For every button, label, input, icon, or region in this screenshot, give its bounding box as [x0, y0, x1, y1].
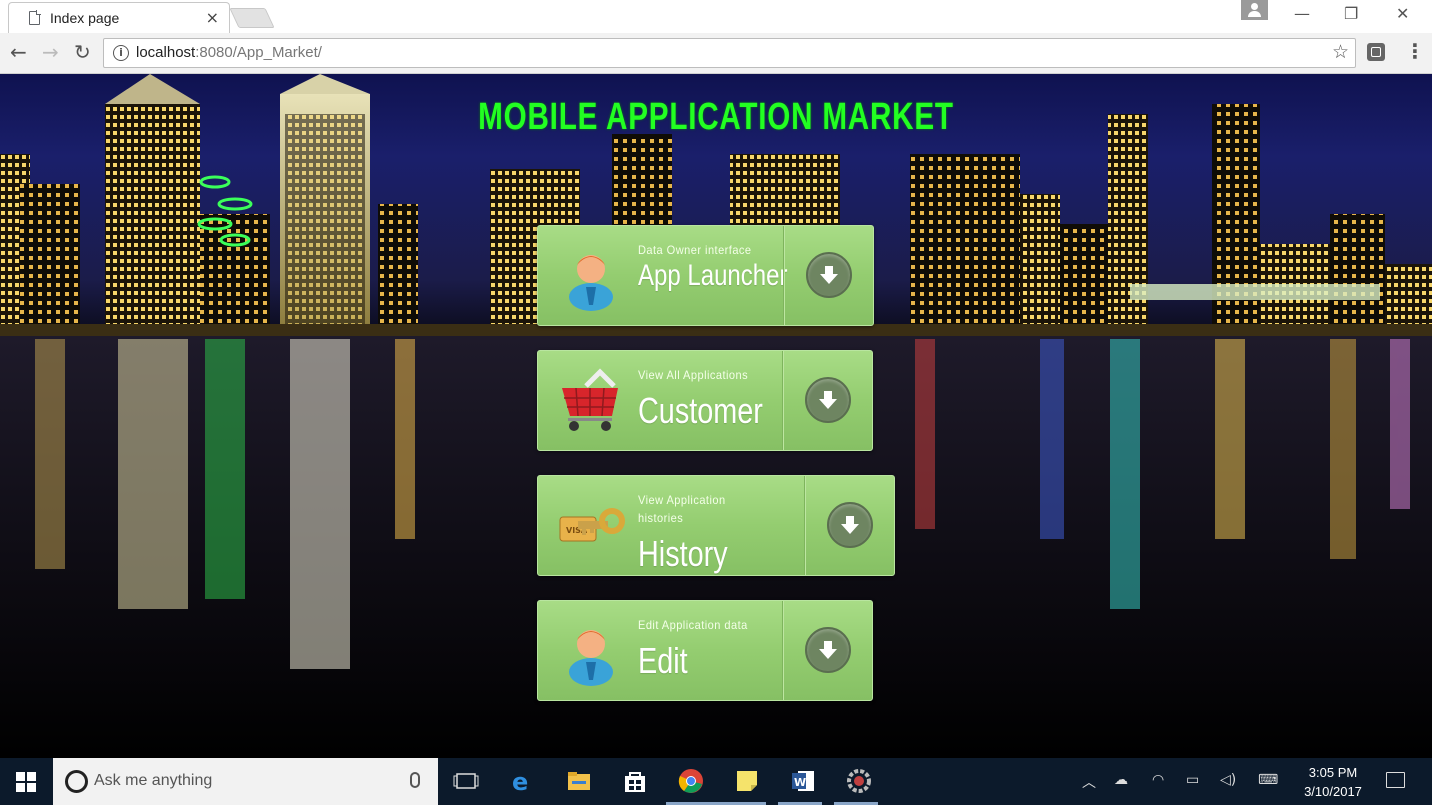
user-profile-icon[interactable]	[1241, 0, 1268, 20]
forward-arrow-icon[interactable]: →	[42, 40, 59, 64]
svg-text:W: W	[794, 776, 806, 789]
card-divider	[782, 601, 784, 700]
card-subtitle: View Application histories	[638, 493, 726, 525]
page-title: MOBILE APPLICATION MARKET	[478, 96, 954, 138]
browser-tab-bar: Index page × — ❐ ✕	[0, 0, 1432, 33]
download-arrow-icon[interactable]	[827, 502, 873, 548]
keyboard-icon[interactable]: ⌨	[1258, 772, 1278, 788]
action-center-icon[interactable]	[1386, 772, 1405, 788]
task-view-icon[interactable]	[453, 768, 479, 794]
battery-icon[interactable]: ▭	[1186, 772, 1199, 788]
store-icon[interactable]	[622, 768, 648, 794]
svg-text:e: e	[512, 768, 528, 794]
windows-start-icon[interactable]	[16, 772, 36, 792]
minimize-button[interactable]: —	[1294, 4, 1310, 23]
app-launcher-card[interactable]: Data Owner interface App Launcher	[537, 225, 874, 326]
download-arrow-icon[interactable]	[805, 377, 851, 423]
system-clock[interactable]: 3:05 PM 3/10/2017	[1296, 763, 1370, 801]
page-icon	[29, 10, 41, 25]
info-icon[interactable]: i	[113, 45, 129, 61]
card-subtitle: Data Owner interface	[638, 243, 752, 257]
history-card[interactable]: VISA View Application histories History	[537, 475, 895, 576]
windows-taskbar: Ask me anything e W ︿ ☁ ◠ ▭ ◁) ⌨ 3:05 PM…	[0, 758, 1432, 805]
cortana-search-box[interactable]: Ask me anything	[53, 758, 438, 805]
microphone-icon[interactable]	[410, 772, 420, 788]
card-label: Edit	[638, 640, 688, 681]
close-window-button[interactable]: ✕	[1396, 4, 1409, 23]
user-icon	[569, 255, 613, 311]
clock-date: 3/10/2017	[1304, 784, 1362, 799]
card-divider	[804, 476, 806, 575]
browser-menu-icon[interactable]: ⋮	[1405, 39, 1425, 63]
shopping-cart-icon	[562, 368, 618, 431]
extension-icon[interactable]	[1367, 43, 1385, 61]
card-divider	[782, 351, 784, 450]
browser-tab[interactable]: Index page ×	[8, 2, 230, 33]
card-label: App Launcher	[638, 259, 788, 292]
url-path: :8080/App_Market/	[195, 44, 322, 61]
tray-chevron-up-icon[interactable]: ︿	[1082, 772, 1096, 792]
word-icon[interactable]: W	[790, 768, 816, 794]
sticky-notes-icon[interactable]	[734, 768, 760, 794]
user-icon	[569, 630, 613, 686]
new-tab-button[interactable]	[229, 8, 275, 28]
card-label: Customer	[638, 390, 763, 431]
tab-close-icon[interactable]: ×	[206, 8, 219, 27]
bookmark-star-icon[interactable]: ☆	[1332, 41, 1349, 63]
card-subtitle: Edit Application data	[638, 618, 748, 632]
clock-time: 3:05 PM	[1308, 765, 1358, 780]
page-viewport: MOBILE APPLICATION MARKET Data Owner int…	[0, 74, 1432, 758]
wifi-icon[interactable]: ◠	[1152, 772, 1164, 788]
browser-toolbar: ← → ↻ i localhost:8080/App_Market/ ☆ ⋮	[0, 33, 1432, 74]
restore-button[interactable]: ❐	[1344, 4, 1358, 23]
card-subtitle: View All Applications	[638, 368, 749, 382]
card-label: History	[638, 533, 728, 574]
back-arrow-icon[interactable]: ←	[10, 40, 27, 64]
key-card-icon: VISA	[559, 508, 625, 542]
edge-icon[interactable]: e	[510, 768, 536, 794]
cortana-icon	[65, 770, 88, 793]
download-arrow-icon[interactable]	[806, 252, 852, 298]
reload-icon[interactable]: ↻	[74, 40, 91, 64]
onedrive-cloud-icon[interactable]: ☁	[1114, 772, 1128, 788]
file-explorer-icon[interactable]	[566, 768, 592, 794]
download-arrow-icon[interactable]	[805, 627, 851, 673]
edit-card[interactable]: Edit Application data Edit	[537, 600, 873, 701]
address-bar[interactable]: i localhost:8080/App_Market/ ☆	[103, 38, 1356, 68]
url-host: localhost	[136, 44, 196, 61]
chrome-icon[interactable]	[678, 768, 704, 794]
settings-gear-icon[interactable]	[846, 768, 872, 794]
customer-card[interactable]: View All Applications Customer	[537, 350, 873, 451]
tab-title: Index page	[50, 10, 120, 26]
url-text[interactable]: localhost:8080/App_Market/	[136, 44, 322, 61]
volume-icon[interactable]: ◁)	[1220, 772, 1236, 788]
search-placeholder: Ask me anything	[94, 772, 213, 789]
card-divider	[783, 226, 785, 325]
